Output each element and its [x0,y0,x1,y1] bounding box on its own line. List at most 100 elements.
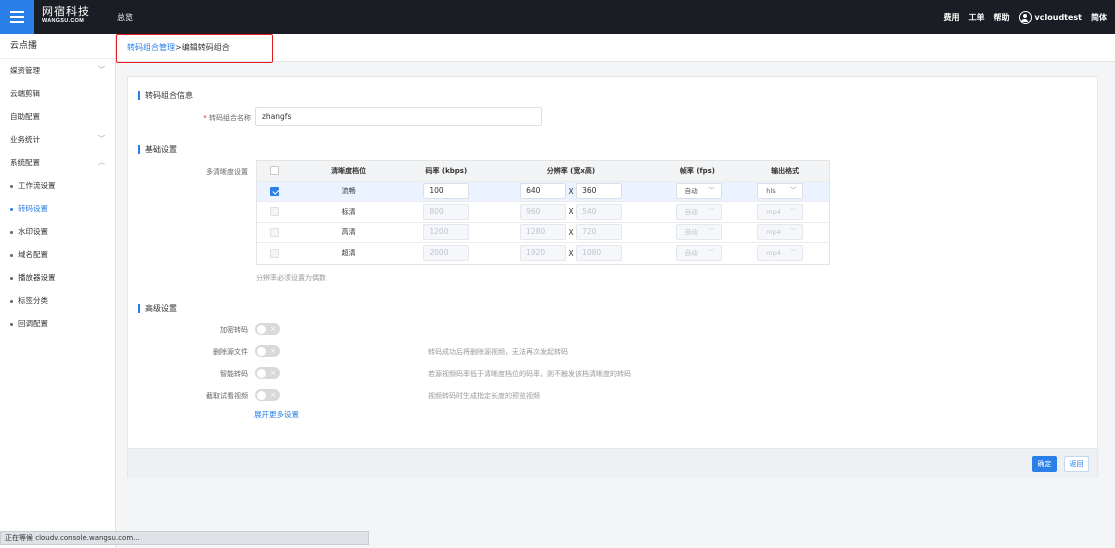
close-icon: × [270,369,276,377]
fps-select[interactable]: 自动 ﹀ [675,183,722,200]
row-checkbox[interactable] [270,227,280,237]
row-checkbox[interactable] [270,248,280,258]
bullet-icon [10,230,13,234]
sidebar-item-label: 水印设置 [18,227,48,236]
header-level: 清晰度档位 [331,166,367,175]
resolution-table: 清晰度档位 码率 (kbps) 分辨率 (宽x高) 帧率 (fps) 输出格式 … [256,160,830,265]
close-icon: × [270,391,276,399]
height-input[interactable]: 360 [576,183,623,200]
sidebar-subitem-transcode[interactable]: 转码设置 [0,197,115,220]
fps-select[interactable]: 自动 ﹀ [675,224,722,241]
breadcrumb: 转码组合管理>编辑转码组合 [116,34,273,63]
sidebar-item-label: 标签分类 [18,296,48,305]
row-level: 标清 [341,207,356,216]
sidebar-item-self-config[interactable]: 自助配置 [0,105,115,128]
nav-overview[interactable]: 总览 [117,12,133,23]
bullet-icon [10,299,13,303]
chevron-down-icon: ﹀ [708,187,715,195]
table-row: 高清 1200 1280 X 720 自动 ﹀ mp4 ﹀ [257,223,829,243]
combination-name-input[interactable]: zhangfs [255,107,542,126]
multi-resolution-label: 多清晰度设置 [206,168,248,176]
form-footer: 确定 返回 [128,448,1097,478]
height-input[interactable]: 540 [576,203,623,220]
table-row: 流畅 100 640 X 360 自动 ﹀ hls ﹀ [257,181,829,202]
nav-billing[interactable]: 费用 [944,12,960,23]
width-input[interactable]: 1920 [520,245,567,262]
resolution-x: X [568,248,574,258]
hamburger-menu-icon[interactable] [0,0,34,34]
sidebar-subitem-workflow[interactable]: 工作流设置 [0,174,115,197]
sidebar-subitem-tags[interactable]: 标签分类 [0,289,115,312]
fps-select[interactable]: 自动 ﹀ [675,203,722,220]
sidebar-item-label: 系统配置 [10,158,40,167]
fps-select[interactable]: 自动 ﹀ [675,245,722,262]
sidebar-item-label: 业务统计 [10,135,40,144]
resolution-x: X [568,207,574,217]
width-input[interactable]: 640 [520,183,567,200]
row-checkbox[interactable] [270,186,280,196]
row-checkbox[interactable] [270,207,280,217]
browser-status-bar: 正在等候 cloudv.console.wangsu.com... [0,531,369,545]
height-input[interactable]: 720 [576,224,623,241]
smart-transcode-toggle[interactable]: × [255,367,280,379]
format-select[interactable]: mp4 ﹀ [757,203,804,220]
bitrate-input[interactable]: 100 [423,183,470,200]
row-level: 流畅 [341,187,356,196]
row-level: 超清 [341,249,356,258]
sidebar-subitem-domain[interactable]: 域名配置 [0,243,115,266]
preview-clip-desc: 视频转码时生成指定长度的预览视频 [428,392,540,400]
header-fps: 帧率 (fps) [679,166,715,175]
bitrate-input[interactable]: 800 [423,203,470,220]
header-format: 输出格式 [771,166,800,175]
format-select[interactable]: hls ﹀ [757,183,804,200]
breadcrumb-bar: 转码组合管理>编辑转码组合 [116,34,1115,63]
sidebar-item-label: 云端剪辑 [10,89,40,98]
sidebar-item-label: 转码设置 [18,204,48,213]
username: vcloudtest [1034,13,1082,22]
sidebar-subitem-player[interactable]: 播放器设置 [0,266,115,289]
section-title-basic: 基础设置 [138,145,177,154]
chevron-down-icon: ﹀ [708,228,715,236]
chevron-down-icon: ﹀ [708,249,715,257]
breadcrumb-parent-link[interactable]: 转码组合管理 [127,43,175,52]
encrypt-toggle[interactable]: × [255,323,280,335]
sidebar-subitem-watermark[interactable]: 水印设置 [0,220,115,243]
sidebar-item-statistics[interactable]: 业务统计 ﹀ [0,128,115,151]
nav-ticket[interactable]: 工单 [969,12,985,23]
bitrate-input[interactable]: 2000 [423,245,470,262]
bitrate-input[interactable]: 1200 [423,224,470,241]
top-right-links: 费用 工单 帮助 vcloudtest 简体 [944,11,1107,24]
user-icon [1018,11,1032,24]
sidebar-item-system-config[interactable]: 系统配置 ︿ [0,151,115,174]
preview-clip-toggle[interactable]: × [255,389,280,401]
sidebar-item-label: 播放器设置 [18,273,56,282]
logo[interactable]: 网宿科技 WANGSU.COM [42,6,90,25]
back-button[interactable]: 返回 [1064,456,1089,472]
ok-button[interactable]: 确定 [1032,456,1057,472]
chevron-down-icon: ﹀ [790,228,797,236]
width-input[interactable]: 1280 [520,224,567,241]
language-switch[interactable]: 简体 [1091,12,1107,23]
nav-help[interactable]: 帮助 [994,12,1010,23]
logo-text-en: WANGSU.COM [42,18,85,24]
delete-source-desc: 转码成功后将删除源视频，无法再次发起转码 [428,348,568,356]
format-select[interactable]: mp4 ﹀ [757,245,804,262]
sidebar-subitem-callback[interactable]: 回调配置 [0,312,115,335]
width-input[interactable]: 960 [520,203,567,220]
delete-source-toggle[interactable]: × [255,345,280,357]
user-menu[interactable]: vcloudtest [1018,11,1082,24]
resolution-note: 分辨率必须设置为偶数 [256,274,326,282]
delete-source-label: 删除源文件 [213,348,248,356]
select-all-checkbox[interactable] [270,166,280,176]
format-select[interactable]: mp4 ﹀ [757,224,804,241]
table-row: 超清 2000 1920 X 1080 自动 ﹀ mp4 ﹀ [257,243,829,264]
sidebar: 云点播 媒资管理 ﹀ 云端剪辑 自助配置 业务统计 ﹀ 系统配置 ︿ 工作流设置 转码… [0,34,116,548]
chevron-down-icon: ﹀ [98,135,105,143]
sidebar-item-cloud-edit[interactable]: 云端剪辑 [0,82,115,105]
close-icon: × [270,347,276,355]
smart-transcode-label: 智能转码 [220,370,248,378]
expand-more-link[interactable]: 展开更多设置 [254,409,299,420]
sidebar-item-media[interactable]: 媒资管理 ﹀ [0,59,115,82]
chevron-down-icon: ﹀ [790,207,797,215]
height-input[interactable]: 1080 [576,245,623,262]
